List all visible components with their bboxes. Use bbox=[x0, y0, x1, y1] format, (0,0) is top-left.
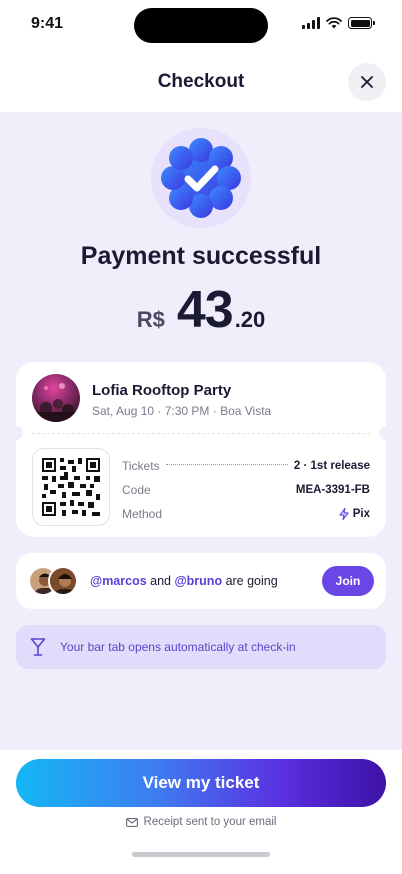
status-bar: 9:41 bbox=[0, 0, 402, 52]
ticket-perforation bbox=[32, 433, 370, 434]
success-title: Payment successful bbox=[80, 242, 322, 270]
amount-currency: R$ bbox=[136, 307, 165, 332]
envelope-icon bbox=[125, 817, 138, 827]
mention-link[interactable]: @bruno bbox=[174, 574, 222, 588]
amount-decimal: .20 bbox=[234, 307, 266, 332]
ticket-detail-row: Code MEA-3391-FB bbox=[122, 478, 370, 502]
checkout-header: Checkout bbox=[0, 52, 402, 112]
cellular-signal-icon bbox=[302, 17, 320, 29]
ticket-detail-row: Tickets 2 · 1st release bbox=[122, 454, 370, 478]
ticket-card[interactable]: Lofia Rooftop Party Sat, Aug 10 · 7:30 P… bbox=[9, 362, 393, 537]
bottom-actions: View my ticket Receipt sent to your emai… bbox=[0, 750, 402, 874]
dynamic-island bbox=[134, 8, 268, 43]
ticket-qr-code[interactable] bbox=[32, 448, 110, 526]
close-button[interactable] bbox=[348, 63, 386, 101]
friends-going-card: @marcos and @bruno are going Join bbox=[16, 553, 386, 609]
checkout-content: Payment successful R$ 43 .20 Lofia Rooft… bbox=[0, 112, 402, 750]
bar-tab-notice: Your bar tab opens automatically at chec… bbox=[16, 625, 386, 669]
code-value: MEA-3391-FB bbox=[295, 484, 370, 496]
close-icon bbox=[361, 76, 373, 88]
status-time: 9:41 bbox=[31, 15, 64, 32]
view-ticket-button[interactable]: View my ticket bbox=[16, 759, 386, 807]
friends-suffix: are going bbox=[222, 574, 278, 588]
method-label: Method bbox=[122, 507, 163, 521]
code-label: Code bbox=[122, 483, 151, 497]
home-indicator[interactable] bbox=[132, 852, 270, 857]
cocktail-glass-icon bbox=[30, 638, 46, 656]
avatar bbox=[48, 566, 78, 596]
ticket-notch-left bbox=[9, 426, 23, 440]
ticket-details: Tickets 2 · 1st release Code MEA-3391-FB… bbox=[122, 454, 370, 526]
page-title: Checkout bbox=[157, 71, 245, 92]
friends-connector: and bbox=[146, 574, 175, 588]
mention-link[interactable]: @marcos bbox=[90, 574, 147, 588]
ticket-notch-right bbox=[379, 426, 393, 440]
leader-dots bbox=[165, 463, 288, 465]
status-icons bbox=[302, 17, 375, 29]
tickets-value: 2 · 1st release bbox=[293, 460, 370, 472]
friends-going-text: @marcos and @bruno are going bbox=[90, 574, 278, 588]
ticket-detail-row: Method Pix bbox=[122, 502, 370, 526]
event-name: Lofia Rooftop Party bbox=[92, 382, 232, 399]
battery-icon bbox=[348, 17, 375, 29]
wifi-icon bbox=[326, 17, 342, 29]
receipt-note: Receipt sent to your email bbox=[0, 816, 402, 828]
join-button[interactable]: Join bbox=[322, 566, 374, 596]
bolt-icon bbox=[339, 508, 349, 520]
tickets-label: Tickets bbox=[122, 459, 160, 473]
verified-badge-icon bbox=[161, 138, 241, 218]
qr-code-icon bbox=[42, 458, 100, 516]
amount-paid: R$ 43 .20 bbox=[0, 284, 402, 336]
event-meta: Sat, Aug 10 · 7:30 PM · Boa Vista bbox=[92, 404, 272, 418]
method-value: Pix bbox=[339, 508, 370, 520]
amount-integer: 43 bbox=[176, 281, 234, 339]
method-value-text: Pix bbox=[352, 508, 370, 520]
bar-tab-notice-text: Your bar tab opens automatically at chec… bbox=[60, 640, 296, 654]
event-photo bbox=[32, 374, 80, 422]
receipt-text: Receipt sent to your email bbox=[143, 816, 277, 828]
